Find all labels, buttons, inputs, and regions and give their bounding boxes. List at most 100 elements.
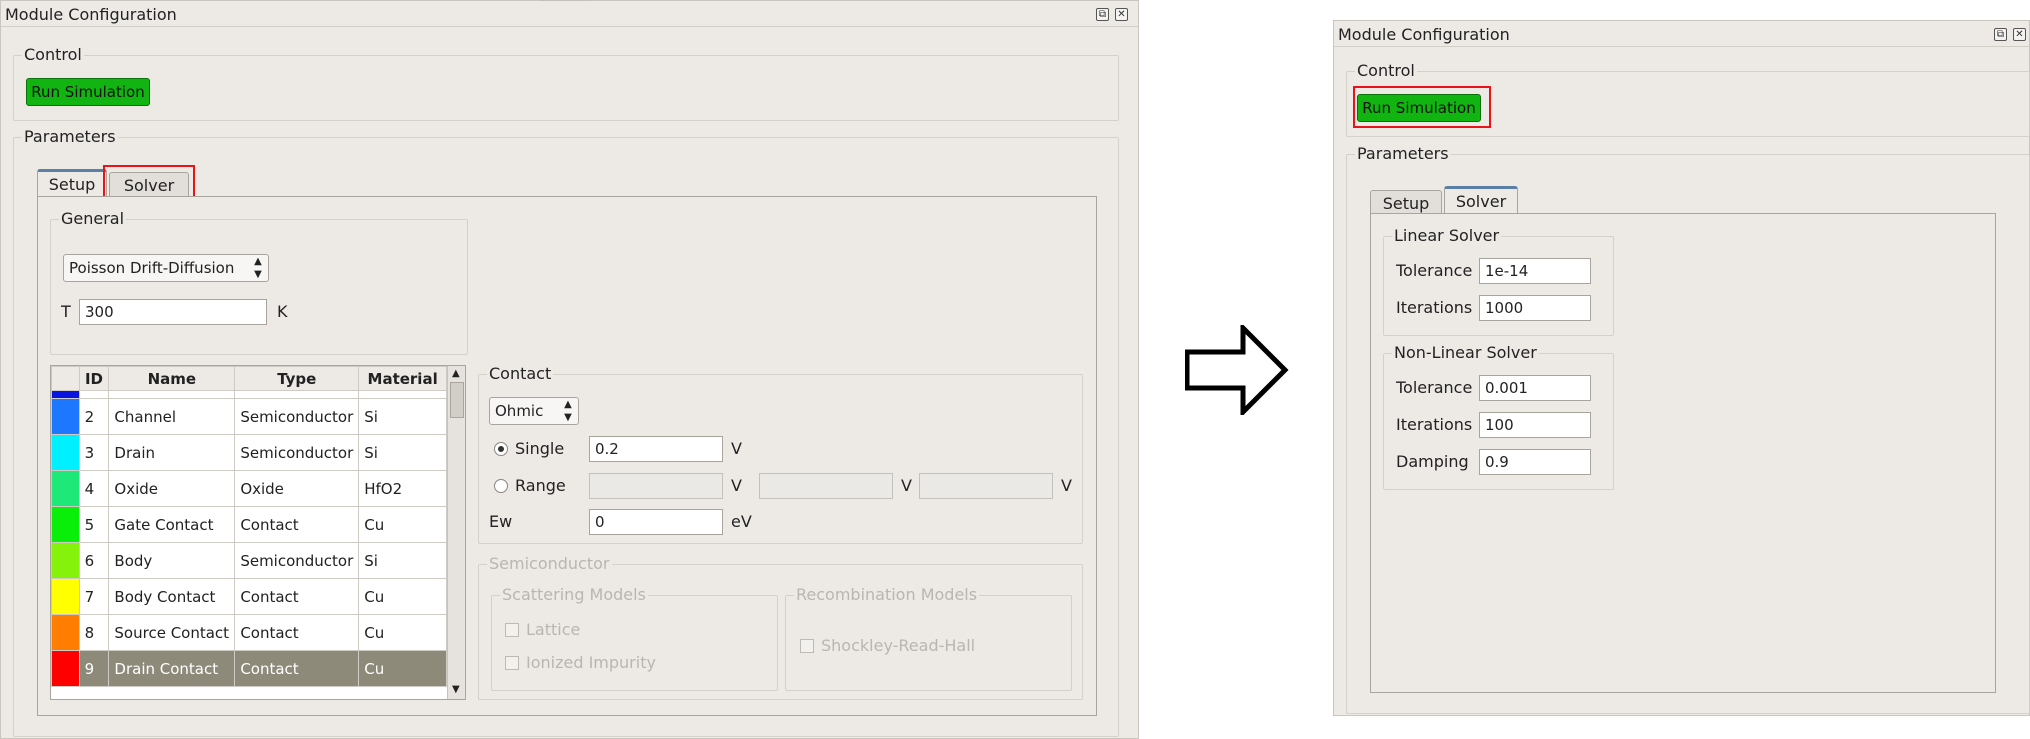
material-cell: Si bbox=[358, 398, 447, 435]
id-cell: 7 bbox=[78, 578, 110, 615]
material-cell: Si bbox=[358, 542, 447, 579]
left-module-configuration-window: Module Configuration ⧉ ✕ Control Run Sim… bbox=[0, 0, 1139, 739]
right-window-title: Module Configuration bbox=[1338, 25, 1510, 44]
scroll-thumb[interactable] bbox=[450, 382, 464, 418]
id-cell: 4 bbox=[78, 470, 110, 507]
left-title-bar: Module Configuration ⧉ ✕ bbox=[1, 1, 1138, 27]
semiconductor-group-title: Semiconductor bbox=[487, 554, 612, 574]
table-row[interactable]: 9 Drain Contact Contact Cu bbox=[51, 650, 447, 687]
right-control-group-title: Control bbox=[1355, 61, 1417, 81]
name-cell: Gate Contact bbox=[108, 506, 236, 543]
srh-checkbox[interactable] bbox=[800, 639, 814, 653]
id-column-header[interactable]: ID bbox=[78, 366, 110, 391]
close-icon[interactable]: ✕ bbox=[2013, 28, 2026, 41]
right-tab-setup[interactable]: Setup bbox=[1370, 190, 1442, 215]
lattice-label: Lattice bbox=[526, 620, 581, 639]
name-column-header[interactable]: Name bbox=[108, 366, 236, 391]
single-value-input[interactable]: 0.2 bbox=[589, 436, 723, 462]
run-simulation-highlight bbox=[1353, 86, 1491, 128]
table-row[interactable]: 4 Oxide Oxide HfO2 bbox=[51, 470, 447, 507]
model-select[interactable]: Poisson Drift-Diffusion ▲ ▼ bbox=[63, 254, 269, 282]
damping-label: Damping bbox=[1396, 452, 1469, 471]
general-group-title: General bbox=[59, 209, 127, 229]
updown-arrow-icon: ▲ ▼ bbox=[564, 399, 572, 423]
nonlinear-solver-group: Non-Linear Solver Tolerance 0.001 Iterat… bbox=[1383, 343, 1614, 490]
table-row[interactable]: 3 Drain Semiconductor Si bbox=[51, 434, 447, 471]
temperature-input[interactable]: 300 bbox=[79, 299, 267, 325]
type-column-header[interactable]: Type bbox=[234, 366, 360, 391]
left-tab-setup[interactable]: Setup bbox=[37, 169, 107, 197]
float-icon[interactable]: ⧉ bbox=[1994, 28, 2007, 41]
recombination-models-title: Recombination Models bbox=[794, 585, 980, 605]
id-cell: 2 bbox=[78, 398, 110, 435]
type-cell: Contact bbox=[234, 614, 360, 651]
scroll-down-icon[interactable]: ▼ bbox=[452, 684, 460, 695]
table-row[interactable]: 8 Source Contact Contact Cu bbox=[51, 614, 447, 651]
nonlinear-iterations-label: Iterations bbox=[1396, 415, 1473, 434]
range-start-unit: V bbox=[731, 476, 742, 495]
lattice-checkbox[interactable] bbox=[505, 623, 519, 637]
updown-arrow-icon: ▲ ▼ bbox=[254, 256, 262, 280]
model-select-value: Poisson Drift-Diffusion bbox=[69, 259, 235, 277]
range-step-input[interactable] bbox=[919, 473, 1053, 499]
splitter-grip[interactable] bbox=[540, 0, 590, 4]
contact-type-select[interactable]: Ohmic ▲ ▼ bbox=[489, 397, 579, 425]
range-end-input[interactable] bbox=[759, 473, 893, 499]
right-module-configuration-window: Module Configuration ⧉ ✕ Control Run Sim… bbox=[1333, 20, 2030, 716]
color-swatch bbox=[51, 650, 80, 687]
range-radio[interactable] bbox=[494, 479, 508, 493]
table-row[interactable]: 5 Gate Contact Contact Cu bbox=[51, 506, 447, 543]
linear-tolerance-input[interactable]: 1e-14 bbox=[1479, 258, 1591, 284]
nonlinear-iterations-input[interactable]: 100 bbox=[1479, 412, 1591, 438]
linear-iterations-input[interactable]: 1000 bbox=[1479, 295, 1591, 321]
linear-solver-group: Linear Solver Tolerance 1e-14 Iterations… bbox=[1383, 226, 1614, 336]
ew-input[interactable]: 0 bbox=[589, 509, 723, 535]
color-swatch bbox=[51, 470, 80, 507]
nonlinear-tolerance-label: Tolerance bbox=[1396, 378, 1473, 397]
material-cell: HfO2 bbox=[358, 470, 447, 507]
left-control-group: Control Run Simulation bbox=[13, 45, 1119, 121]
table-row[interactable]: 6 Body Semiconductor Si bbox=[51, 542, 447, 579]
type-cell: Semiconductor bbox=[234, 434, 360, 471]
name-cell: Body bbox=[108, 542, 236, 579]
contact-group: Contact Ohmic ▲ ▼ Single 0.2 V Range V V … bbox=[478, 364, 1083, 544]
damping-input[interactable]: 0.9 bbox=[1479, 449, 1591, 475]
srh-label: Shockley-Read-Hall bbox=[821, 636, 976, 655]
float-icon[interactable]: ⧉ bbox=[1096, 8, 1109, 21]
scroll-up-icon[interactable]: ▲ bbox=[452, 368, 460, 379]
right-title-bar: Module Configuration ⧉ ✕ bbox=[1334, 21, 2029, 47]
ew-label: Ew bbox=[489, 512, 513, 531]
id-cell: 6 bbox=[78, 542, 110, 579]
name-cell: Body Contact bbox=[108, 578, 236, 615]
material-cell: Si bbox=[358, 434, 447, 471]
name-cell: Source Contact bbox=[108, 614, 236, 651]
table-scrollbar[interactable]: ▲ ▼ bbox=[447, 366, 465, 699]
arrow-right-icon bbox=[1185, 325, 1289, 415]
single-radio[interactable] bbox=[494, 442, 508, 456]
color-swatch bbox=[51, 434, 80, 471]
nonlinear-tolerance-input[interactable]: 0.001 bbox=[1479, 375, 1591, 401]
close-icon[interactable]: ✕ bbox=[1115, 8, 1128, 21]
nonlinear-solver-title: Non-Linear Solver bbox=[1392, 343, 1539, 363]
table-row[interactable]: 7 Body Contact Contact Cu bbox=[51, 578, 447, 615]
name-cell: Drain bbox=[108, 434, 236, 471]
range-start-input[interactable] bbox=[589, 473, 723, 499]
color-swatch bbox=[51, 506, 80, 543]
type-cell: Contact bbox=[234, 506, 360, 543]
table-row[interactable]: 2 Channel Semiconductor Si bbox=[51, 398, 447, 435]
ionized-impurity-checkbox[interactable] bbox=[505, 656, 519, 670]
right-tab-solver[interactable]: Solver bbox=[1444, 186, 1518, 214]
color-swatch bbox=[51, 390, 80, 399]
left-window-title: Module Configuration bbox=[5, 5, 177, 24]
temperature-unit: K bbox=[277, 302, 288, 321]
id-cell: 8 bbox=[78, 614, 110, 651]
type-cell: Semiconductor bbox=[234, 542, 360, 579]
materials-table-frame: ID Name Type Material 2 Channel Semiconduc… bbox=[50, 365, 466, 700]
table-row-partial[interactable] bbox=[51, 390, 447, 399]
materials-table-body: 2 Channel Semiconductor Si 3 Drain Semiconduct… bbox=[51, 390, 447, 687]
scattering-models-title: Scattering Models bbox=[500, 585, 648, 605]
material-column-header[interactable]: Material bbox=[358, 366, 447, 391]
color-swatch bbox=[51, 542, 80, 579]
left-run-simulation-button[interactable]: Run Simulation bbox=[26, 78, 150, 106]
name-cell: Channel bbox=[108, 398, 236, 435]
